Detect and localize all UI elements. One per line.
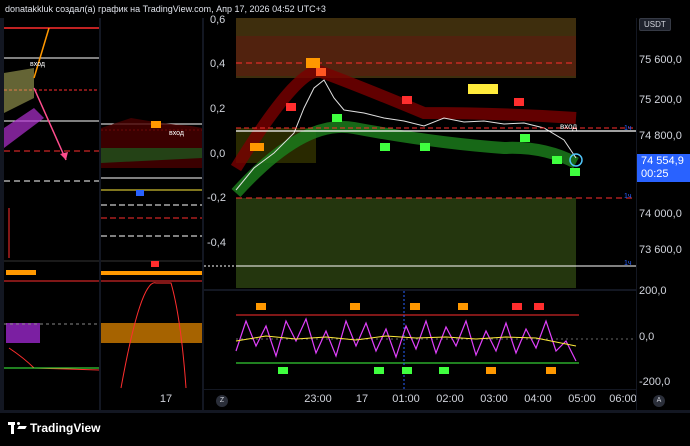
osc-flag-orange-5 — [486, 367, 496, 374]
left-orange-arrow — [33, 27, 50, 79]
current-price: 74 554,9 — [641, 155, 684, 167]
main-chart-pane[interactable]: вход 1ч 1ч 1ч — [204, 18, 636, 289]
osc-axis-label: 200,0 — [639, 285, 667, 297]
time-axis-label: 23:00 — [304, 393, 332, 405]
footer: TradingView — [0, 413, 690, 446]
flag-green-6 — [570, 168, 580, 176]
left-osc-curve — [8, 347, 99, 371]
flag-yellow-cluster — [468, 84, 498, 94]
left-yellow-band — [4, 68, 34, 113]
flag-orange-2 — [316, 68, 326, 76]
osc-flag-green-4 — [439, 367, 449, 374]
mid-entry-label: вход — [169, 130, 184, 137]
left-axis-label: -0,2 — [207, 192, 226, 204]
middle-time-label: 17 — [159, 393, 173, 405]
osc-flag-red-2 — [534, 303, 544, 310]
osc-flag-orange-3 — [410, 303, 420, 310]
osc-flag-green-3 — [402, 367, 412, 374]
chart-frame: вход вход 17 вход 1ч 1ч 1ч 0,6 0,4 0,2 0… — [0, 14, 690, 413]
time-axis-label: 04:00 — [524, 393, 552, 405]
osc-axis-label: -200,0 — [639, 376, 671, 388]
tradingview-logo[interactable]: TradingView — [8, 421, 100, 435]
osc-flag-red-1 — [512, 303, 522, 310]
price-axis-label: 74 000,0 — [639, 208, 682, 220]
osc-magenta-line — [235, 317, 577, 362]
flag-orange-3 — [250, 143, 264, 151]
flag-red-1 — [286, 103, 296, 111]
currency-badge[interactable]: USDT — [639, 18, 671, 31]
osc-flag-green-2 — [374, 367, 384, 374]
mid-orange-markers — [101, 271, 202, 275]
osc-flag-orange-6 — [546, 367, 556, 374]
flag-green-4 — [520, 134, 530, 142]
tradingview-logo-icon — [8, 422, 27, 434]
osc-yellow-line — [235, 335, 577, 347]
osc-flag-orange-4 — [458, 303, 468, 310]
price-axis-label: 75 200,0 — [639, 94, 682, 106]
flag-green-3 — [420, 143, 430, 151]
time-axis-label: 17 — [355, 393, 369, 405]
left-entry-label: вход — [30, 61, 45, 68]
flag-orange-1 — [306, 58, 320, 68]
left-magenta-band — [4, 108, 44, 148]
lower-green-zone — [236, 198, 576, 288]
mid-blue-flag — [136, 190, 144, 196]
middle-chart-pane[interactable]: вход 17 — [101, 18, 202, 410]
left-pink-arrow — [33, 87, 67, 161]
oscillator-drawing — [235, 291, 636, 389]
go-to-start-button[interactable]: Z — [216, 395, 228, 407]
auto-scale-button[interactable]: A — [653, 395, 665, 407]
left-pane-drawing: вход — [4, 27, 99, 371]
osc-flag-orange-2 — [350, 303, 360, 310]
price-axis-label: 73 600,0 — [639, 244, 682, 256]
main-chart-drawing: вход 1ч 1ч 1ч — [204, 18, 636, 288]
flag-green-1 — [332, 114, 342, 122]
time-axis-label: 01:00 — [392, 393, 420, 405]
price-axis-label: 74 800,0 — [639, 130, 682, 142]
candle-countdown: 00:25 — [641, 168, 669, 180]
upper-red-zone — [236, 36, 576, 76]
mid-osc-histogram — [101, 323, 202, 343]
osc-flag-orange-1 — [256, 303, 266, 310]
middle-pane-drawing: вход — [101, 118, 202, 389]
time-axis-label: 02:00 — [436, 393, 464, 405]
brand-name: TradingView — [30, 421, 101, 435]
time-axis-label: 03:00 — [480, 393, 508, 405]
oscillator-pane[interactable] — [204, 291, 636, 389]
left-axis-label: 0,4 — [210, 58, 226, 70]
left-pink-arrowhead — [60, 152, 68, 160]
osc-axis-label: 0,0 — [639, 331, 655, 343]
left-axis-label: -0,4 — [207, 237, 226, 249]
mid-red-flag — [151, 261, 159, 267]
flag-red-3 — [514, 98, 524, 106]
flag-green-2 — [380, 143, 390, 151]
flag-red-2 — [402, 96, 412, 104]
time-axis[interactable]: Z 23:00 17 01:00 02:00 03:00 04:00 05:00… — [204, 390, 636, 410]
price-axis-label: 75 600,0 — [639, 54, 682, 66]
left-axis-label: 0,2 — [210, 103, 226, 115]
tf-tag-3: 1ч — [624, 260, 632, 267]
left-axis-label: 0,6 — [210, 14, 226, 26]
tf-tag-2: 1ч — [624, 193, 632, 200]
time-axis-label: 06:00 — [609, 393, 636, 405]
flag-green-5 — [552, 156, 562, 164]
current-price-tag[interactable]: 74 554,9 00:25 — [637, 154, 690, 182]
window-title: donatakkluk создал(а) график на TradingV… — [0, 0, 690, 18]
price-axis[interactable]: USDT 75 600,0 75 200,0 74 800,0 74 000,0… — [637, 18, 690, 410]
main-entry-label: вход — [560, 122, 577, 131]
left-chart-pane[interactable]: вход — [4, 18, 99, 410]
left-osc-histogram — [6, 323, 40, 343]
left-axis-label: 0,0 — [210, 148, 226, 160]
left-orange-markers — [6, 270, 36, 275]
time-axis-label: 05:00 — [568, 393, 596, 405]
tf-tag-1: 1ч — [624, 125, 632, 132]
mid-orange-flag — [151, 121, 161, 128]
osc-flag-green-1 — [278, 367, 288, 374]
